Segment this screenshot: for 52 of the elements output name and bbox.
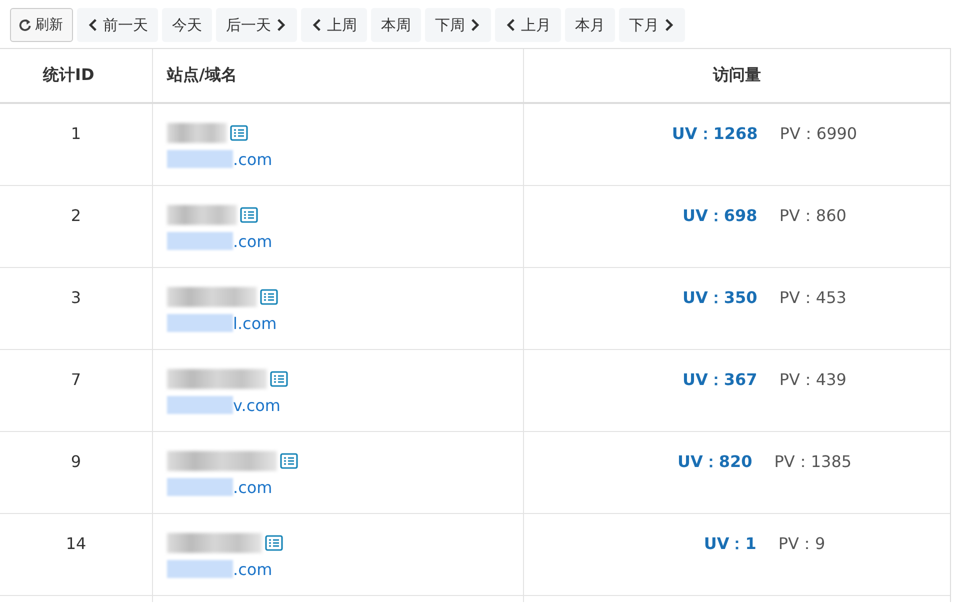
date-range-button[interactable]: 后一天 — [216, 8, 297, 42]
domain-link[interactable]: v.com — [233, 396, 280, 414]
list-icon[interactable] — [230, 125, 248, 141]
redacted-site-name — [167, 205, 237, 225]
pv-count: PV：6990 — [780, 124, 858, 145]
id-cell: 2 — [70, 206, 82, 225]
id-cell: 14 — [66, 534, 86, 553]
uv-count: UV：1 — [704, 534, 756, 555]
list-icon[interactable] — [260, 289, 278, 305]
redacted-domain — [167, 232, 233, 250]
column-header: 站点/域名 — [166, 65, 237, 86]
date-range-button[interactable]: 今天 — [162, 8, 212, 42]
pv-count: PV：860 — [779, 206, 846, 227]
list-icon[interactable] — [265, 535, 283, 551]
domain-link[interactable]: .com — [233, 478, 272, 496]
date-range-button[interactable]: 上周 — [301, 8, 367, 42]
domain-link[interactable]: .com — [233, 232, 272, 250]
uv-count: UV：350 — [682, 288, 758, 309]
date-range-button[interactable]: 本周 — [371, 8, 421, 42]
date-range-button[interactable]: 上月 — [495, 8, 561, 42]
id-cell: 7 — [70, 370, 82, 389]
date-range-button[interactable]: 前一天 — [77, 8, 158, 42]
date-range-button[interactable]: 本月 — [565, 8, 615, 42]
redacted-site-name — [167, 123, 227, 143]
id-cell: 3 — [70, 288, 82, 307]
domain-link[interactable]: .com — [233, 150, 272, 168]
pv-count: PV：453 — [779, 288, 846, 309]
redacted-domain — [167, 478, 233, 496]
column-header: 统计ID — [42, 65, 94, 86]
uv-count: UV：820 — [677, 452, 752, 473]
redacted-domain — [167, 396, 233, 414]
redacted-domain — [167, 314, 233, 332]
redacted-domain — [167, 150, 233, 168]
refresh-button[interactable]: 刷新 — [10, 8, 73, 42]
redacted-domain — [167, 560, 233, 578]
uv-count: UV：1268 — [672, 124, 758, 145]
list-icon[interactable] — [280, 453, 298, 469]
pv-count: PV：439 — [779, 370, 846, 391]
date-range-button[interactable]: 下周 — [425, 8, 491, 42]
pv-count: PV：1385 — [774, 452, 852, 473]
uv-count: UV：698 — [682, 206, 758, 227]
list-icon[interactable] — [270, 371, 288, 387]
column-header: 访问量 — [713, 65, 761, 86]
domain-link[interactable]: .com — [233, 560, 272, 578]
uv-count: UV：367 — [682, 370, 758, 391]
date-range-button[interactable]: 下月 — [619, 8, 685, 42]
domain-link[interactable]: l.com — [233, 314, 277, 332]
refresh-icon — [19, 18, 32, 32]
pv-count: PV：9 — [778, 534, 826, 555]
id-cell: 1 — [70, 124, 82, 143]
list-icon[interactable] — [240, 207, 258, 223]
id-cell: 9 — [70, 452, 82, 471]
